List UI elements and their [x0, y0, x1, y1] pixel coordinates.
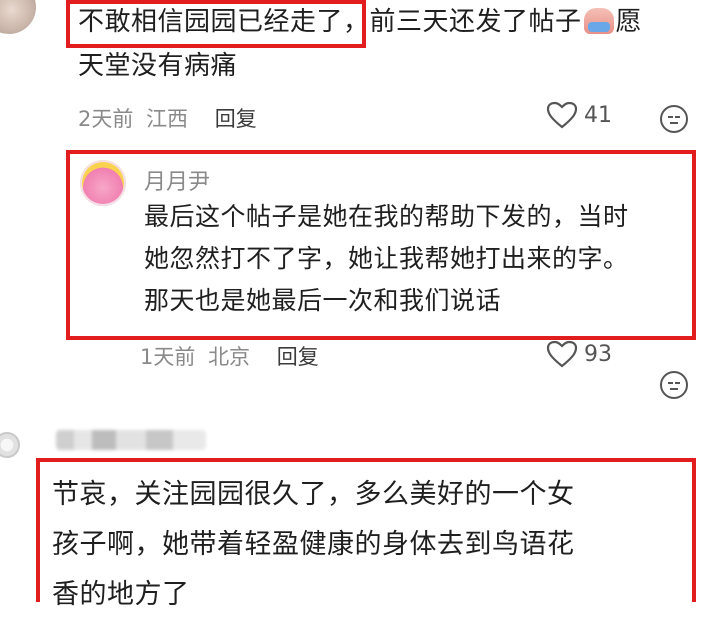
avatar[interactable]: [0, 0, 36, 34]
comment2-line: 香的地方了: [52, 579, 190, 610]
like-button[interactable]: 41: [546, 101, 612, 129]
comment1-line2: 天堂没有病痛: [78, 51, 238, 81]
comment1-time: 2天前: [78, 107, 134, 131]
reply-line: 那天也是她最后一次和我们说话: [144, 286, 502, 315]
reply-meta: 1天前 北京 回复: [140, 341, 319, 371]
user-avatar[interactable]: [80, 160, 126, 206]
comment1-text: 不敢相信园园已经走了，前三天还发了帖子 愿 天堂没有病痛: [78, 0, 698, 88]
comment1-rest-text: ，前三天还发了帖子: [343, 7, 582, 37]
comment2-line: 节哀，关注园园很久了，多么美好的一个女: [52, 479, 575, 510]
reply-location: 北京: [208, 345, 251, 369]
comment1-tail-text: 愿: [615, 7, 643, 37]
comment1-meta: 2天前 江西 回复: [78, 103, 257, 133]
heart-icon: [546, 101, 578, 129]
reply-button[interactable]: 回复: [215, 107, 257, 131]
avatar[interactable]: [0, 432, 20, 458]
reply-line: 最后这个帖子是她在我的帮助下发的，当时: [144, 202, 629, 231]
comment2-line: 孩子啊，她带着轻盈健康的身体去到鸟语花: [52, 529, 575, 560]
reply-time: 1天前: [140, 345, 196, 369]
blurred-username: [56, 430, 206, 450]
reply-text: 最后这个帖子是她在我的帮助下发的，当时 她忽然打不了字，她让我帮她打出来的字。 …: [144, 196, 684, 322]
comment1-highlight-text: 不敢相信园园已经走了: [78, 7, 344, 37]
reply-line: 她忽然打不了字，她让我帮她打出来的字。: [144, 244, 629, 273]
emoji-face-icon[interactable]: [660, 105, 688, 133]
reply-username[interactable]: 月月尹: [144, 164, 210, 196]
heart-icon: [546, 340, 578, 368]
like-button[interactable]: 93: [546, 340, 612, 368]
emoji-face-icon[interactable]: [660, 371, 688, 399]
crying-emoji-icon: [583, 8, 614, 34]
comment2-text: 节哀，关注园园很久了，多么美好的一个女 孩子啊，她带着轻盈健康的身体去到鸟语花 …: [52, 470, 692, 620]
comment1-location: 江西: [146, 107, 189, 131]
reply-button[interactable]: 回复: [277, 345, 319, 369]
like-count: 93: [584, 341, 612, 367]
like-count: 41: [584, 102, 612, 128]
